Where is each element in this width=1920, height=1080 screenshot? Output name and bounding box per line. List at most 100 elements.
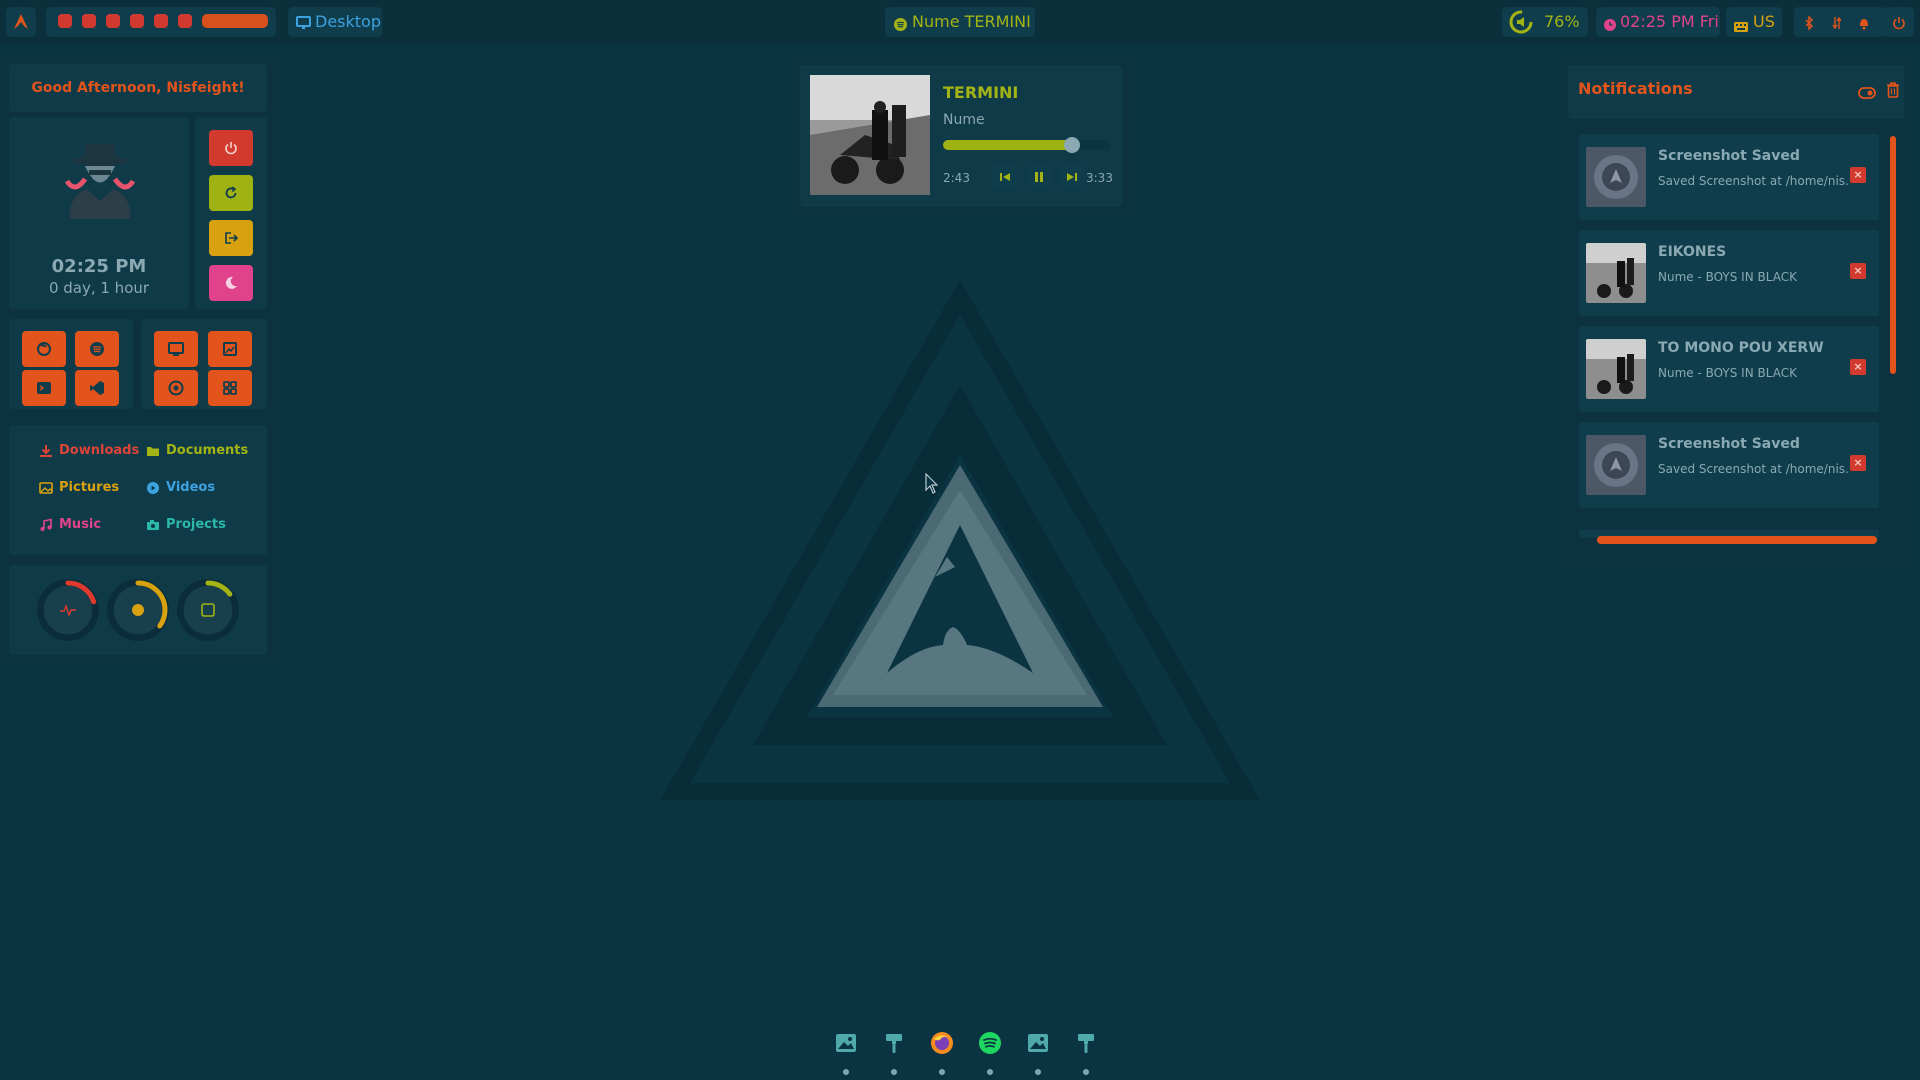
pulse-icon: [60, 604, 76, 616]
elapsed-time: 2:43: [943, 171, 970, 185]
workspace-3[interactable]: [106, 14, 120, 28]
app-launcher-card: [9, 319, 133, 409]
firefox-icon: [931, 1032, 953, 1054]
logout-button[interactable]: [209, 220, 253, 256]
dock-item-paint[interactable]: [881, 1030, 907, 1056]
dock-item-firefox[interactable]: [929, 1030, 955, 1056]
close-icon: ×: [1853, 264, 1863, 277]
download-icon: [40, 444, 52, 457]
notification-item[interactable]: Screenshot Saved Saved Screenshot at /ho…: [1579, 422, 1879, 508]
progress-fill: [943, 140, 1072, 150]
workspace-1[interactable]: [58, 14, 72, 28]
launch-firefox-button[interactable]: [22, 331, 66, 367]
memory-icon: [132, 604, 144, 616]
volume-value: 76%: [1544, 12, 1580, 31]
arch-menu-button[interactable]: [6, 7, 36, 37]
wallpaper-logo: [655, 275, 1265, 805]
workspace-4[interactable]: [130, 14, 144, 28]
progress-track[interactable]: [943, 137, 1110, 153]
notifications-title: Notifications: [1578, 79, 1693, 98]
pause-button[interactable]: [1027, 165, 1051, 189]
album-art: [810, 75, 930, 195]
workspace-6[interactable]: [178, 14, 192, 28]
image-viewer-icon: [836, 1034, 856, 1052]
dismiss-notification-button[interactable]: ×: [1850, 167, 1866, 183]
workspace-2[interactable]: [82, 14, 96, 28]
notification-item[interactable]: TO MONO POU XERW Nume - BOYS IN BLACK ×: [1579, 326, 1879, 412]
tools-launcher-card: [141, 319, 267, 409]
launch-vscode-button[interactable]: [75, 370, 119, 406]
power-menu-button[interactable]: [1884, 7, 1914, 37]
folder-documents[interactable]: Documents: [146, 443, 248, 458]
folder-videos[interactable]: Videos: [146, 480, 215, 495]
monitor-icon: [296, 15, 311, 34]
dnd-toggle[interactable]: [1858, 84, 1876, 103]
folder-projects[interactable]: Projects: [146, 517, 226, 532]
cpu-gauge: [37, 579, 99, 641]
sleep-button[interactable]: [209, 265, 253, 301]
folder-downloads[interactable]: Downloads: [39, 443, 139, 458]
dock-item-image-viewer-2[interactable]: [1025, 1030, 1051, 1056]
launch-terminal-button[interactable]: [22, 370, 66, 406]
record-button[interactable]: [154, 370, 198, 406]
camera-icon: [147, 519, 159, 530]
workspace-active[interactable]: [202, 14, 268, 28]
bell-icon[interactable]: [1858, 15, 1870, 34]
firefox-icon: [37, 342, 51, 356]
screenshot-region-button[interactable]: [208, 331, 252, 367]
track-title: TERMINI: [943, 83, 1019, 102]
disk-icon: [201, 603, 215, 617]
dismiss-notification-button[interactable]: ×: [1850, 263, 1866, 279]
folder-label: Music: [59, 517, 102, 532]
folder-pictures[interactable]: Pictures: [39, 480, 119, 495]
video-icon: [147, 481, 159, 494]
launch-spotify-button[interactable]: [75, 331, 119, 367]
notification-body: Saved Screenshot at /home/nis...: [1658, 462, 1848, 476]
notifications-header: Notifications: [1568, 65, 1904, 119]
clock-pill[interactable]: 02:25 PM Fri: [1596, 7, 1720, 37]
notification-item[interactable]: Screenshot Saved Saved Screenshot at /ho…: [1579, 134, 1879, 220]
now-playing-pill[interactable]: Nume TERMINI: [885, 7, 1035, 37]
dock-item-image-viewer[interactable]: [833, 1030, 859, 1056]
network-icon[interactable]: [1832, 15, 1842, 34]
bluetooth-icon[interactable]: [1804, 15, 1814, 34]
arch-logo-icon: [14, 14, 28, 29]
screenshot-full-button[interactable]: [154, 331, 198, 367]
app-grid-button[interactable]: [208, 370, 252, 406]
power-button[interactable]: [209, 130, 253, 166]
notification-title: TO MONO POU XERW: [1658, 340, 1824, 356]
progress-knob[interactable]: [1063, 137, 1080, 153]
keyboard-pill[interactable]: US: [1726, 7, 1782, 37]
previous-button[interactable]: [993, 165, 1017, 189]
reboot-button[interactable]: [209, 175, 253, 211]
notification-body: Saved Screenshot at /home/nis...: [1658, 174, 1848, 188]
volume-pill[interactable]: 76%: [1502, 7, 1588, 37]
pause-icon: [1035, 172, 1043, 182]
horizontal-scrollbar[interactable]: [1597, 536, 1877, 544]
folder-label: Pictures: [59, 480, 120, 495]
workspaces: [46, 7, 276, 37]
grid-icon: [223, 381, 237, 395]
dismiss-notification-button[interactable]: ×: [1850, 359, 1866, 375]
next-button[interactable]: [1060, 165, 1084, 189]
folder-music[interactable]: Music: [39, 517, 101, 532]
clock-icon: [1604, 16, 1616, 35]
notification-title: EIKONES: [1658, 244, 1727, 260]
reboot-icon: [225, 186, 237, 199]
workspace-5[interactable]: [154, 14, 168, 28]
greeting-text: Good Afternoon, Nisfeight!: [31, 80, 245, 96]
dismiss-notification-button[interactable]: ×: [1850, 455, 1866, 471]
track-artist: Nume: [943, 112, 985, 128]
dock-item-paint-2[interactable]: [1073, 1030, 1099, 1056]
dock-item-spotify[interactable]: [977, 1030, 1003, 1056]
trash-icon: [1887, 82, 1899, 98]
paint-icon: [886, 1034, 902, 1053]
vertical-scrollbar[interactable]: [1890, 136, 1896, 374]
moon-icon: [225, 276, 237, 289]
folders-card: Downloads Documents Pictures Videos Musi…: [9, 425, 267, 555]
notification-item[interactable]: EIKONES Nume - BOYS IN BLACK ×: [1579, 230, 1879, 316]
notification-body: Nume - BOYS IN BLACK: [1658, 270, 1797, 284]
desktop-button[interactable]: Desktop: [288, 7, 382, 37]
clear-notifications-button[interactable]: [1886, 82, 1900, 102]
notification-thumbnail: [1586, 243, 1646, 303]
